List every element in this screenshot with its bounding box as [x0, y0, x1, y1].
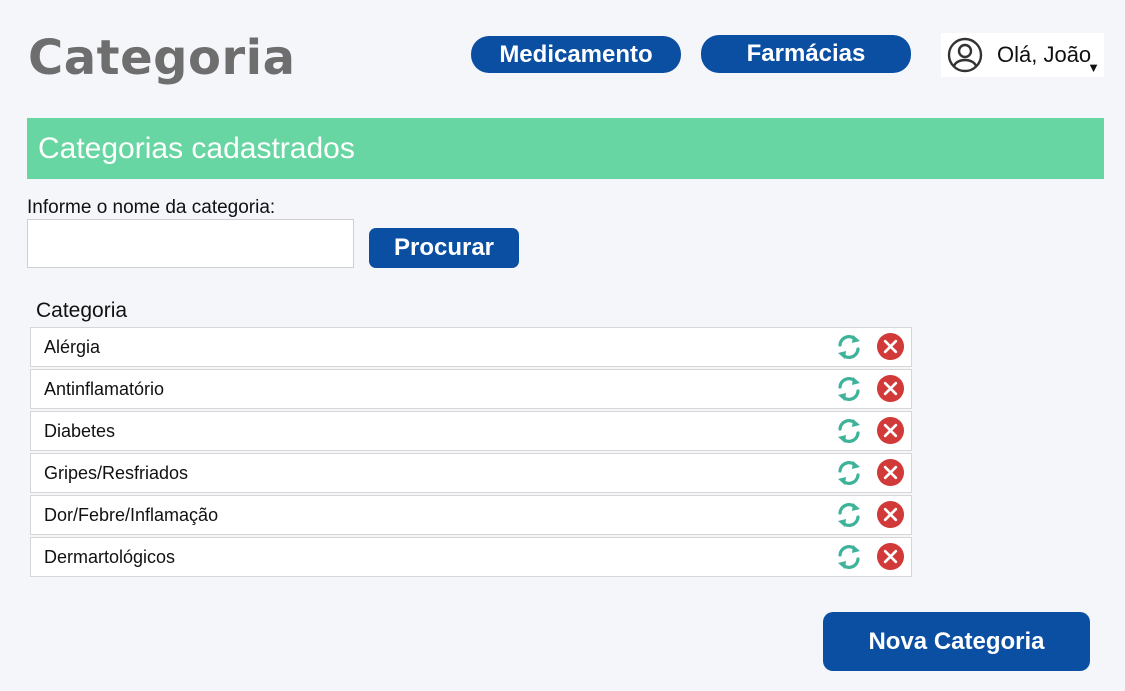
- list-item[interactable]: Diabetes: [30, 411, 912, 451]
- delete-icon[interactable]: [876, 458, 905, 487]
- list-item[interactable]: Dermartológicos: [30, 537, 912, 577]
- delete-icon[interactable]: [876, 374, 905, 403]
- delete-icon[interactable]: [876, 542, 905, 571]
- refresh-icon[interactable]: [834, 500, 864, 530]
- refresh-icon[interactable]: [834, 458, 864, 488]
- refresh-icon[interactable]: [834, 332, 864, 362]
- user-circle-icon: [947, 37, 983, 73]
- delete-icon[interactable]: [876, 332, 905, 361]
- refresh-icon[interactable]: [834, 374, 864, 404]
- new-category-button[interactable]: Nova Categoria: [823, 612, 1090, 671]
- delete-icon[interactable]: [876, 500, 905, 529]
- page-title: Categoria: [28, 30, 296, 86]
- delete-icon[interactable]: [876, 416, 905, 445]
- section-banner: Categorias cadastrados: [27, 118, 1104, 179]
- chevron-down-icon[interactable]: ▼: [1087, 60, 1100, 75]
- list-item-name: Diabetes: [44, 421, 116, 441]
- nav-medicamento-button[interactable]: Medicamento: [471, 36, 681, 73]
- list-item[interactable]: Antinflamatório: [30, 369, 912, 409]
- list-item[interactable]: Alérgia: [30, 327, 912, 367]
- list-item-name: Antinflamatório: [44, 379, 165, 399]
- list-item-name: Dermartológicos: [44, 547, 176, 567]
- section-title: Categorias cadastrados: [38, 131, 355, 165]
- search-label: Informe o nome da categoria:: [27, 197, 276, 218]
- search-input[interactable]: [27, 219, 354, 268]
- list-item-name: Alérgia: [44, 337, 101, 357]
- list-item-name: Dor/Febre/Inflamação: [44, 505, 219, 525]
- list-item-name: Gripes/Resfriados: [44, 463, 189, 483]
- category-list: Alérgia Antinflamatório Diabetes Gripes/Res…: [30, 327, 912, 579]
- user-menu[interactable]: Olá, João ▼: [941, 33, 1104, 77]
- user-greeting: Olá, João: [997, 42, 1092, 67]
- search-button[interactable]: Procurar: [369, 228, 519, 268]
- list-item[interactable]: Gripes/Resfriados: [30, 453, 912, 493]
- refresh-icon[interactable]: [834, 542, 864, 572]
- refresh-icon[interactable]: [834, 416, 864, 446]
- list-header: Categoria: [36, 299, 128, 322]
- nav-farmacias-button[interactable]: Farmácias: [701, 35, 911, 73]
- list-item[interactable]: Dor/Febre/Inflamação: [30, 495, 912, 535]
